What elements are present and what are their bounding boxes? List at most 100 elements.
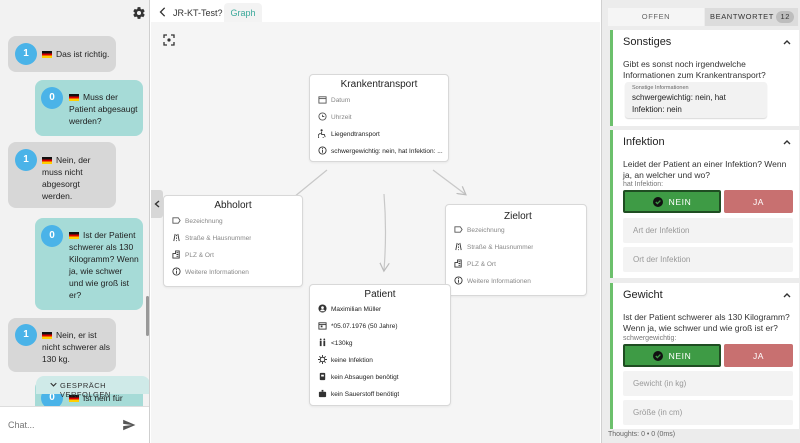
field-row: Bezeichnung: [454, 225, 505, 237]
node-zielort[interactable]: Zielort Bezeichnung Straße & Hausnummer …: [445, 204, 587, 296]
field-text: Bezeichnung: [467, 227, 505, 234]
chat-input[interactable]: [8, 415, 116, 435]
field-text: Bezeichnung: [185, 218, 223, 225]
send-icon[interactable]: [122, 418, 136, 432]
chat-message: 0 Ist der Patient schwerer als 130 Kilog…: [35, 218, 143, 310]
field-row: Straße & Hausnummer: [454, 242, 533, 254]
card-title: Gewicht: [623, 289, 663, 301]
field-row: keine Infektion: [318, 355, 373, 367]
field-text: PLZ & Ort: [185, 252, 214, 259]
message-line: muss nicht: [42, 167, 83, 177]
card-question: Ist der Patient schwerer als 130 Kilogra…: [623, 312, 790, 333]
field-row: Weitere Informationen: [454, 276, 531, 288]
german-flag-icon: [42, 157, 52, 164]
tab-open[interactable]: OFFEN: [608, 8, 704, 26]
weight-field[interactable]: Gewicht (in kg): [623, 371, 793, 396]
info-icon: [454, 276, 463, 285]
collapse-chat-button[interactable]: [151, 190, 163, 218]
no-button[interactable]: NEIN: [623, 190, 721, 213]
follow-conversation-button[interactable]: GESPRÄCH VERFOLGEN: [36, 376, 149, 399]
yes-button[interactable]: JA: [724, 190, 793, 213]
german-flag-icon: [42, 332, 52, 339]
message-line: Nein, er ist: [56, 330, 97, 340]
node-patient[interactable]: Patient Maximilian Müller *05.07.1976 (5…: [309, 284, 451, 406]
graph-canvas[interactable]: Krankentransport Datum Uhrzeit Liegendtr…: [151, 22, 600, 443]
chat-composer: [0, 406, 149, 443]
field-text: keine Infektion: [331, 357, 373, 364]
node-krankentransport[interactable]: Krankentransport Datum Uhrzeit Liegendtr…: [309, 74, 449, 162]
person-icon: [318, 304, 327, 313]
message-line: Kilogramm? Wenn: [69, 254, 139, 264]
field-label: Sonstige Informationen: [632, 85, 689, 91]
answered-count-badge: 12: [776, 11, 794, 23]
field-row: <130kg: [318, 338, 353, 350]
weight-icon: [319, 338, 326, 347]
node-abholort[interactable]: Abholort Bezeichnung Straße & Hausnummer…: [163, 195, 303, 287]
no-button-label: NEIN: [668, 196, 692, 207]
chevron-down-icon: [50, 382, 57, 387]
height-field[interactable]: Größe (in cm): [623, 400, 793, 425]
field-row: Datum: [318, 95, 350, 107]
label-icon: [454, 226, 463, 233]
chat-message: 0 Muss der Patient abgesaugt werden?: [35, 80, 143, 136]
card-title: Sonstiges: [623, 36, 672, 48]
edge-to-patient: [384, 193, 386, 270]
field-text: Straße & Hausnummer: [185, 235, 252, 242]
message-line: 130 kg.: [42, 354, 70, 364]
german-flag-icon: [69, 94, 79, 101]
no-button[interactable]: NEIN: [623, 344, 721, 367]
message-line: schwerer als 130: [69, 242, 134, 252]
oxygen-icon: [318, 389, 327, 398]
city-icon: [172, 250, 180, 259]
german-flag-icon: [69, 232, 79, 239]
edge-to-abholort: [293, 169, 328, 198]
chat-panel: 1 Das ist richtig. 0 Muss der Patient ab…: [0, 0, 150, 443]
field-text: <130kg: [331, 340, 353, 347]
other-info-field[interactable]: Sonstige Informationen schwergewichtig: …: [625, 82, 767, 118]
message-line: werden.: [42, 191, 73, 201]
field-text: *05.07.1976 (50 Jahre): [331, 323, 398, 330]
message-line: nicht schwerer als: [42, 342, 111, 352]
tab-document[interactable]: JR-KT-Test?: [173, 8, 223, 18]
gear-icon[interactable]: [132, 6, 146, 20]
suction-icon: [319, 372, 326, 381]
message-count-badge: 1: [15, 149, 37, 171]
node-title: Abholort: [214, 200, 252, 211]
field-value-line: schwergewichtig: nein, hat: [632, 93, 726, 102]
chevron-up-icon[interactable]: [783, 292, 791, 298]
chevron-left-icon: [154, 200, 160, 208]
city-icon: [454, 259, 462, 268]
chevron-up-icon[interactable]: [783, 139, 791, 145]
chat-scrollbar[interactable]: [146, 296, 149, 336]
check-circle-icon: [652, 350, 663, 361]
chat-message: 1 Das ist richtig.: [8, 36, 116, 72]
message-count-badge: 1: [15, 43, 37, 65]
infection-type-field[interactable]: Art der Infektion: [623, 218, 793, 243]
follow-conversation-label: GESPRÄCH VERFOLGEN: [60, 381, 111, 399]
card-question: Leidet der Patient an einer Infektion? W…: [623, 159, 787, 180]
field-row: Maximilian Müller: [318, 304, 381, 316]
road-icon: [455, 242, 462, 251]
yes-button-label: JA: [752, 350, 765, 361]
question-card-sonstiges: Sonstiges Gibt es sonst noch irgendwelch…: [610, 30, 799, 126]
field-text: Maximilian Müller: [331, 306, 382, 313]
toggle-label: hat Infektion:: [623, 181, 664, 188]
field-row: kein Absaugen benötigt: [318, 372, 399, 384]
infection-location-field[interactable]: Ort der Infektion: [623, 247, 793, 272]
tab-answered[interactable]: BEANTWORTET 12: [705, 8, 798, 26]
field-text: schwergewichtig: nein, hat Infektion: ..…: [331, 148, 443, 155]
chevron-up-icon[interactable]: [783, 39, 791, 45]
no-button-label: NEIN: [668, 350, 692, 361]
toggle-label: schwergewichtig:: [623, 335, 677, 342]
back-icon[interactable]: [159, 7, 167, 17]
yes-button[interactable]: JA: [724, 344, 793, 367]
info-icon: [318, 146, 327, 155]
info-icon: [172, 267, 181, 276]
field-row: schwergewichtig: nein, hat Infektion: ..…: [318, 146, 450, 158]
message-line: und wie groß ist: [69, 278, 129, 288]
field-value-line: Infektion: nein: [632, 105, 682, 114]
tab-graph[interactable]: Graph: [224, 3, 262, 23]
road-icon: [173, 233, 180, 242]
node-title: Krankentransport: [340, 79, 418, 90]
check-circle-icon: [652, 196, 663, 207]
